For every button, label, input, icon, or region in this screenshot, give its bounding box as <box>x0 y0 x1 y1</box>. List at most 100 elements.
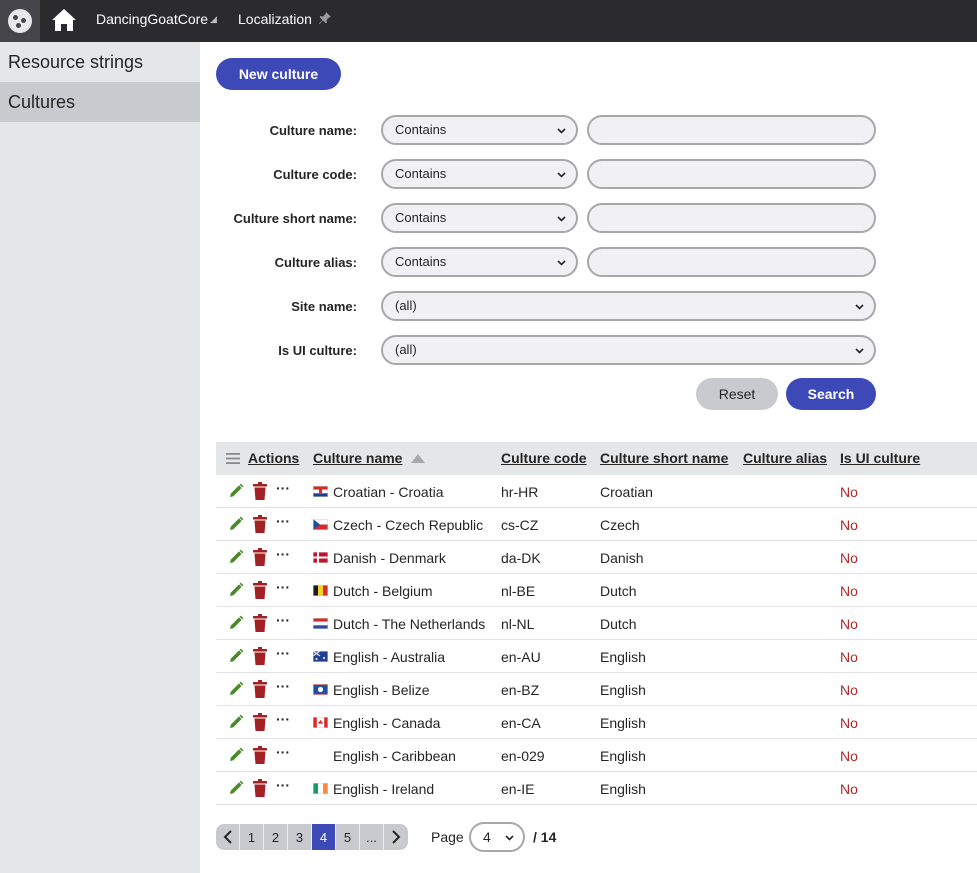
croatia-flag-icon <box>313 486 328 497</box>
table-row: ··· English - Australia en-AU English No <box>216 640 977 673</box>
delete-trash-icon[interactable] <box>253 746 267 764</box>
chevron-down-icon <box>557 260 566 266</box>
column-header-culture-short-name[interactable]: Culture short name <box>600 450 728 466</box>
more-actions-button[interactable]: ··· <box>276 744 290 760</box>
culture-short-name-cell: Czech <box>600 517 640 533</box>
edit-pencil-icon[interactable] <box>228 483 244 499</box>
culture-short-name-input[interactable] <box>587 203 876 233</box>
edit-pencil-icon[interactable] <box>228 516 244 532</box>
culture-name-cell: English - Australia <box>333 649 446 665</box>
page-select[interactable]: 4 <box>469 822 525 852</box>
site-caret-icon[interactable]: ◢ <box>210 14 217 25</box>
chevron-down-icon <box>855 304 864 310</box>
more-actions-button[interactable]: ··· <box>276 480 290 496</box>
select-value: (all) <box>395 298 417 313</box>
grid-body: ··· Croatian - Croatia hr-HR Croatian No ··· C… <box>216 475 977 805</box>
culture-name-cell: English - Caribbean <box>333 748 456 764</box>
culture-code-input[interactable] <box>587 159 876 189</box>
delete-trash-icon[interactable] <box>253 614 267 632</box>
culture-short-name-operator-select[interactable]: Contains <box>381 203 578 233</box>
page-label: Page <box>431 829 464 845</box>
is-ui-culture-cell: No <box>840 748 858 764</box>
delete-trash-icon[interactable] <box>253 548 267 566</box>
column-header-culture-alias[interactable]: Culture alias <box>743 450 827 466</box>
more-actions-button[interactable]: ··· <box>276 645 290 661</box>
column-header-is-ui-culture[interactable]: Is UI culture <box>840 450 920 466</box>
delete-trash-icon[interactable] <box>253 581 267 599</box>
is-ui-culture-cell: No <box>840 616 858 632</box>
site-name-select[interactable]: (all) <box>381 291 876 321</box>
czech-flag-icon <box>313 519 328 530</box>
delete-trash-icon[interactable] <box>253 779 267 797</box>
delete-trash-icon[interactable] <box>253 713 267 731</box>
sort-ascending-icon[interactable] <box>411 454 425 463</box>
column-header-actions[interactable]: Actions <box>248 450 299 466</box>
search-button[interactable]: Search <box>786 378 876 410</box>
edit-pencil-icon[interactable] <box>228 714 244 730</box>
delete-trash-icon[interactable] <box>253 482 267 500</box>
filter-label-culture-alias: Culture alias: <box>274 255 357 270</box>
column-header-culture-code[interactable]: Culture code <box>501 450 587 466</box>
table-row: ··· English - Belize en-BZ English No <box>216 673 977 706</box>
culture-code-cell: en-029 <box>501 748 545 764</box>
app-logo-button[interactable] <box>0 0 40 42</box>
pager-next-button[interactable] <box>384 824 408 850</box>
select-value: Contains <box>395 254 447 269</box>
table-row: ··· Danish - Denmark da-DK Danish No <box>216 541 977 574</box>
is-ui-culture-cell: No <box>840 550 858 566</box>
pin-icon[interactable] <box>318 11 332 25</box>
edit-pencil-icon[interactable] <box>228 681 244 697</box>
culture-code-operator-select[interactable]: Contains <box>381 159 578 189</box>
culture-name-cell: Danish - Denmark <box>333 550 446 566</box>
culture-alias-input[interactable] <box>587 247 876 277</box>
delete-trash-icon[interactable] <box>253 515 267 533</box>
breadcrumb-module: Localization <box>238 11 312 27</box>
pager-page-1[interactable]: 1 <box>240 824 264 850</box>
home-icon[interactable] <box>50 6 78 34</box>
pager-page-5[interactable]: 5 <box>336 824 360 850</box>
more-actions-button[interactable]: ··· <box>276 513 290 529</box>
is-ui-culture-cell: No <box>840 484 858 500</box>
sidebar-item-cultures[interactable]: Cultures <box>0 82 200 122</box>
delete-trash-icon[interactable] <box>253 647 267 665</box>
table-row: ··· Czech - Czech Republic cs-CZ Czech No <box>216 508 977 541</box>
is-ui-culture-select[interactable]: (all) <box>381 335 876 365</box>
is-ui-culture-cell: No <box>840 583 858 599</box>
more-actions-button[interactable]: ··· <box>276 612 290 628</box>
pager-ellipsis[interactable]: ... <box>360 824 384 850</box>
sidebar-item-resource-strings[interactable]: Resource strings <box>0 42 200 82</box>
chevron-right-icon <box>392 830 401 844</box>
filter-label-is-ui-culture: Is UI culture: <box>278 343 357 358</box>
delete-trash-icon[interactable] <box>253 680 267 698</box>
culture-code-cell: cs-CZ <box>501 517 539 533</box>
site-selector[interactable]: DancingGoatCore <box>96 11 208 27</box>
reset-button[interactable]: Reset <box>696 378 778 410</box>
chevron-down-icon <box>557 128 566 134</box>
edit-pencil-icon[interactable] <box>228 648 244 664</box>
culture-alias-operator-select[interactable]: Contains <box>381 247 578 277</box>
edit-pencil-icon[interactable] <box>228 615 244 631</box>
pager-page-3[interactable]: 3 <box>288 824 312 850</box>
culture-name-input[interactable] <box>587 115 876 145</box>
more-actions-button[interactable]: ··· <box>276 711 290 727</box>
more-actions-button[interactable]: ··· <box>276 546 290 562</box>
pager-prev-button[interactable] <box>216 824 240 850</box>
pager-page-4[interactable]: 4 <box>312 824 336 850</box>
edit-pencil-icon[interactable] <box>228 780 244 796</box>
more-actions-button[interactable]: ··· <box>276 579 290 595</box>
pager-page-2[interactable]: 2 <box>264 824 288 850</box>
column-menu-icon[interactable] <box>226 453 240 464</box>
column-header-culture-name[interactable]: Culture name <box>313 450 402 466</box>
culture-name-operator-select[interactable]: Contains <box>381 115 578 145</box>
edit-pencil-icon[interactable] <box>228 747 244 763</box>
filter-label-site-name: Site name: <box>291 299 357 314</box>
more-actions-button[interactable]: ··· <box>276 678 290 694</box>
edit-pencil-icon[interactable] <box>228 549 244 565</box>
more-actions-button[interactable]: ··· <box>276 777 290 793</box>
edit-pencil-icon[interactable] <box>228 582 244 598</box>
table-row: ··· English - Canada en-CA English No <box>216 706 977 739</box>
new-culture-button[interactable]: New culture <box>216 58 341 90</box>
denmark-flag-icon <box>313 552 328 563</box>
culture-name-cell: Croatian - Croatia <box>333 484 444 500</box>
chevron-left-icon <box>223 830 232 844</box>
